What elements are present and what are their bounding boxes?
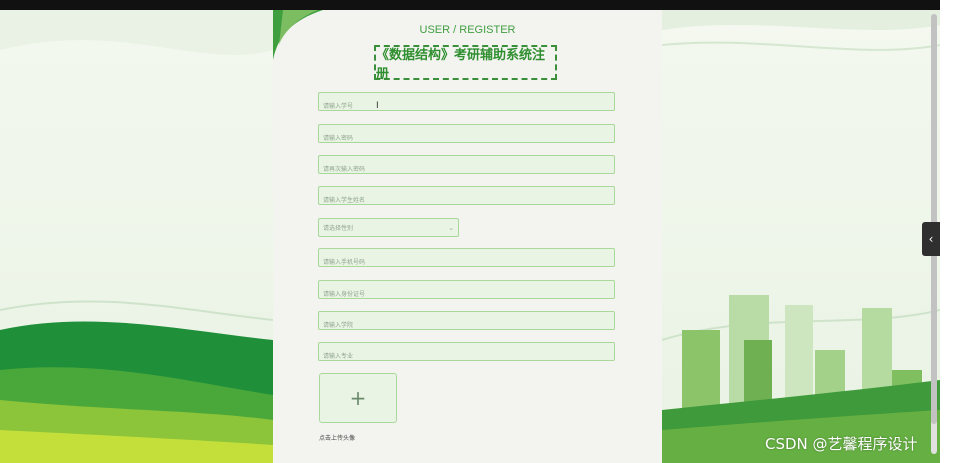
- register-title-box: 《数据结构》考研辅助系统注册: [374, 45, 557, 82]
- confirm-password-input[interactable]: [319, 161, 614, 178]
- chevron-down-icon: ⌄: [448, 223, 454, 232]
- id-card-field[interactable]: [318, 280, 615, 303]
- college-field[interactable]: [318, 311, 615, 334]
- college-input[interactable]: [319, 317, 614, 334]
- phone-field[interactable]: [318, 248, 615, 271]
- avatar-upload-note: 点击上传头像: [319, 435, 356, 442]
- text-cursor-icon: I: [376, 101, 379, 111]
- student-id-field[interactable]: [318, 92, 615, 115]
- major-field[interactable]: [318, 342, 615, 365]
- password-input[interactable]: [319, 130, 614, 147]
- scrollbar-thumb[interactable]: [931, 14, 937, 424]
- major-input[interactable]: [319, 348, 614, 365]
- gender-select[interactable]: 请选择性别 ⌄: [318, 218, 459, 237]
- password-field[interactable]: [318, 124, 615, 147]
- gender-select-label: 请选择性别: [323, 225, 354, 232]
- student-name-field[interactable]: [318, 186, 615, 209]
- phone-input[interactable]: [319, 254, 614, 271]
- register-title-cn: 《数据结构》考研辅助系统注册: [376, 47, 546, 82]
- confirm-password-field[interactable]: [318, 155, 615, 178]
- avatar-upload-button[interactable]: +: [319, 373, 397, 423]
- chevron-left-icon: ‹: [928, 232, 934, 246]
- id-card-input[interactable]: [319, 286, 614, 303]
- register-title-en: USER / REGISTER: [419, 24, 516, 36]
- side-collapse-tab[interactable]: ‹: [922, 222, 940, 256]
- watermark: CSDN @艺馨程序设计: [765, 435, 918, 453]
- student-name-input[interactable]: [319, 192, 614, 209]
- plus-icon: +: [349, 386, 367, 410]
- top-bar: [0, 0, 940, 10]
- student-id-input[interactable]: [319, 98, 614, 115]
